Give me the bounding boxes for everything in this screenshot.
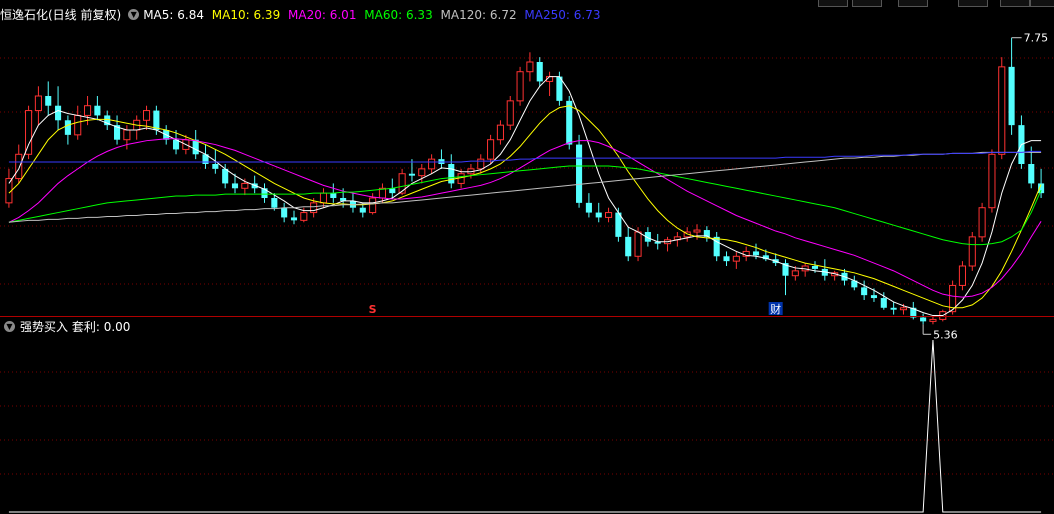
ma20-label: MA20: 6.01 bbox=[288, 8, 357, 22]
candle-body-up bbox=[988, 153, 996, 209]
ma60-line bbox=[8, 165, 1042, 246]
candle-body-down bbox=[281, 207, 288, 218]
candle-body-down bbox=[94, 105, 101, 116]
indicator-value: 套利: 0.00 bbox=[71, 320, 131, 334]
panel-separator bbox=[0, 316, 1054, 317]
chart-header: 恒逸石化(日线 前复权) ▼ MA5: 6.84 MA10: 6.39 MA20: … bbox=[0, 6, 1054, 24]
ma5-label: MA5: 6.84 bbox=[143, 8, 204, 22]
candle-body-up bbox=[732, 255, 740, 262]
candle-body-down bbox=[595, 212, 602, 218]
candle-body-up bbox=[496, 124, 504, 141]
candle-body-down bbox=[448, 164, 455, 184]
candle-body-up bbox=[369, 197, 377, 214]
candle-body-up bbox=[791, 270, 799, 277]
candle-body-up bbox=[457, 173, 465, 184]
candle-body-up bbox=[142, 110, 151, 121]
candle-body-up bbox=[15, 153, 23, 180]
candle-body-up bbox=[487, 139, 495, 160]
candle-body-up bbox=[74, 114, 82, 136]
candle-body-down bbox=[55, 105, 62, 121]
chevron-down-icon[interactable]: ▼ bbox=[128, 9, 140, 20]
candle-body-up bbox=[25, 110, 33, 155]
candle-body-down bbox=[870, 295, 878, 299]
candle-body-up bbox=[300, 212, 308, 221]
candle-body-up bbox=[968, 236, 976, 267]
ma120-label: MA120: 6.72 bbox=[440, 8, 517, 22]
candle-body-down bbox=[880, 298, 887, 308]
candle-body-up bbox=[526, 61, 534, 73]
candle-body-up bbox=[506, 100, 514, 126]
s-marker: S bbox=[369, 303, 377, 316]
candle-body-up bbox=[693, 229, 701, 233]
candle-body-down bbox=[153, 110, 160, 130]
candle-body-down bbox=[1028, 164, 1035, 184]
candle-body-up bbox=[978, 207, 986, 238]
candle-body-down bbox=[231, 183, 239, 189]
candle-body-up bbox=[605, 212, 613, 218]
candle-body-down bbox=[222, 168, 229, 184]
candle-body-down bbox=[861, 287, 868, 296]
candle-body-down bbox=[212, 164, 219, 169]
stock-name[interactable]: 恒逸石化(日线 前复权) bbox=[0, 8, 121, 22]
candle-body-down bbox=[585, 202, 592, 213]
ma250-label: MA250: 6.73 bbox=[524, 8, 601, 22]
ma5-line bbox=[8, 76, 1042, 317]
candle-body-up bbox=[899, 307, 908, 311]
candle-body-up bbox=[84, 105, 92, 116]
candle-body-down bbox=[536, 62, 543, 82]
indicator-header: ▼ 强势买入 套利: 0.00 bbox=[0, 318, 1054, 336]
candle-body-down bbox=[723, 256, 730, 262]
indicator-line bbox=[8, 339, 1042, 513]
candle-body-down bbox=[1008, 66, 1015, 126]
candle-body-up bbox=[319, 192, 328, 204]
candle-body-down bbox=[566, 100, 573, 145]
candle-body-down bbox=[576, 144, 583, 203]
indicator-name[interactable]: 强势买入 bbox=[20, 320, 68, 334]
ma60-label: MA60: 6.33 bbox=[364, 8, 433, 22]
candle-body-up bbox=[418, 168, 426, 177]
candle-body-down bbox=[359, 207, 366, 213]
candle-body-down bbox=[64, 120, 71, 135]
candle-body-down bbox=[389, 188, 396, 194]
cai-marker: 财 bbox=[770, 302, 781, 316]
ma120-line bbox=[8, 151, 1042, 223]
candle-body-up bbox=[958, 265, 966, 286]
ma10-label: MA10: 6.39 bbox=[211, 8, 281, 22]
high-label: 7.75 bbox=[1024, 32, 1049, 45]
candle-body-up bbox=[241, 182, 249, 189]
candle-body-down bbox=[290, 217, 298, 221]
candle-body-up bbox=[398, 173, 406, 194]
candle-body-down bbox=[713, 236, 720, 257]
candle-body-down bbox=[890, 307, 897, 310]
kline-chart[interactable]: 7.755.36S 财 bbox=[0, 0, 1054, 514]
candle-body-up bbox=[516, 71, 524, 102]
candle-body-up bbox=[34, 95, 42, 112]
candle-body-up bbox=[123, 129, 131, 141]
candle-body-up bbox=[634, 231, 642, 257]
candle-body-down bbox=[330, 193, 337, 198]
candle-body-down bbox=[408, 173, 416, 176]
candle-body-down bbox=[811, 266, 819, 269]
candle-body-down bbox=[271, 198, 278, 208]
candle-body-up bbox=[428, 158, 436, 170]
candle-body-down bbox=[625, 236, 632, 257]
candle-body-down bbox=[752, 251, 760, 256]
candle-body-up bbox=[998, 66, 1006, 155]
candle-body-down bbox=[45, 96, 52, 106]
chevron-down-icon[interactable]: ▼ bbox=[4, 321, 15, 332]
